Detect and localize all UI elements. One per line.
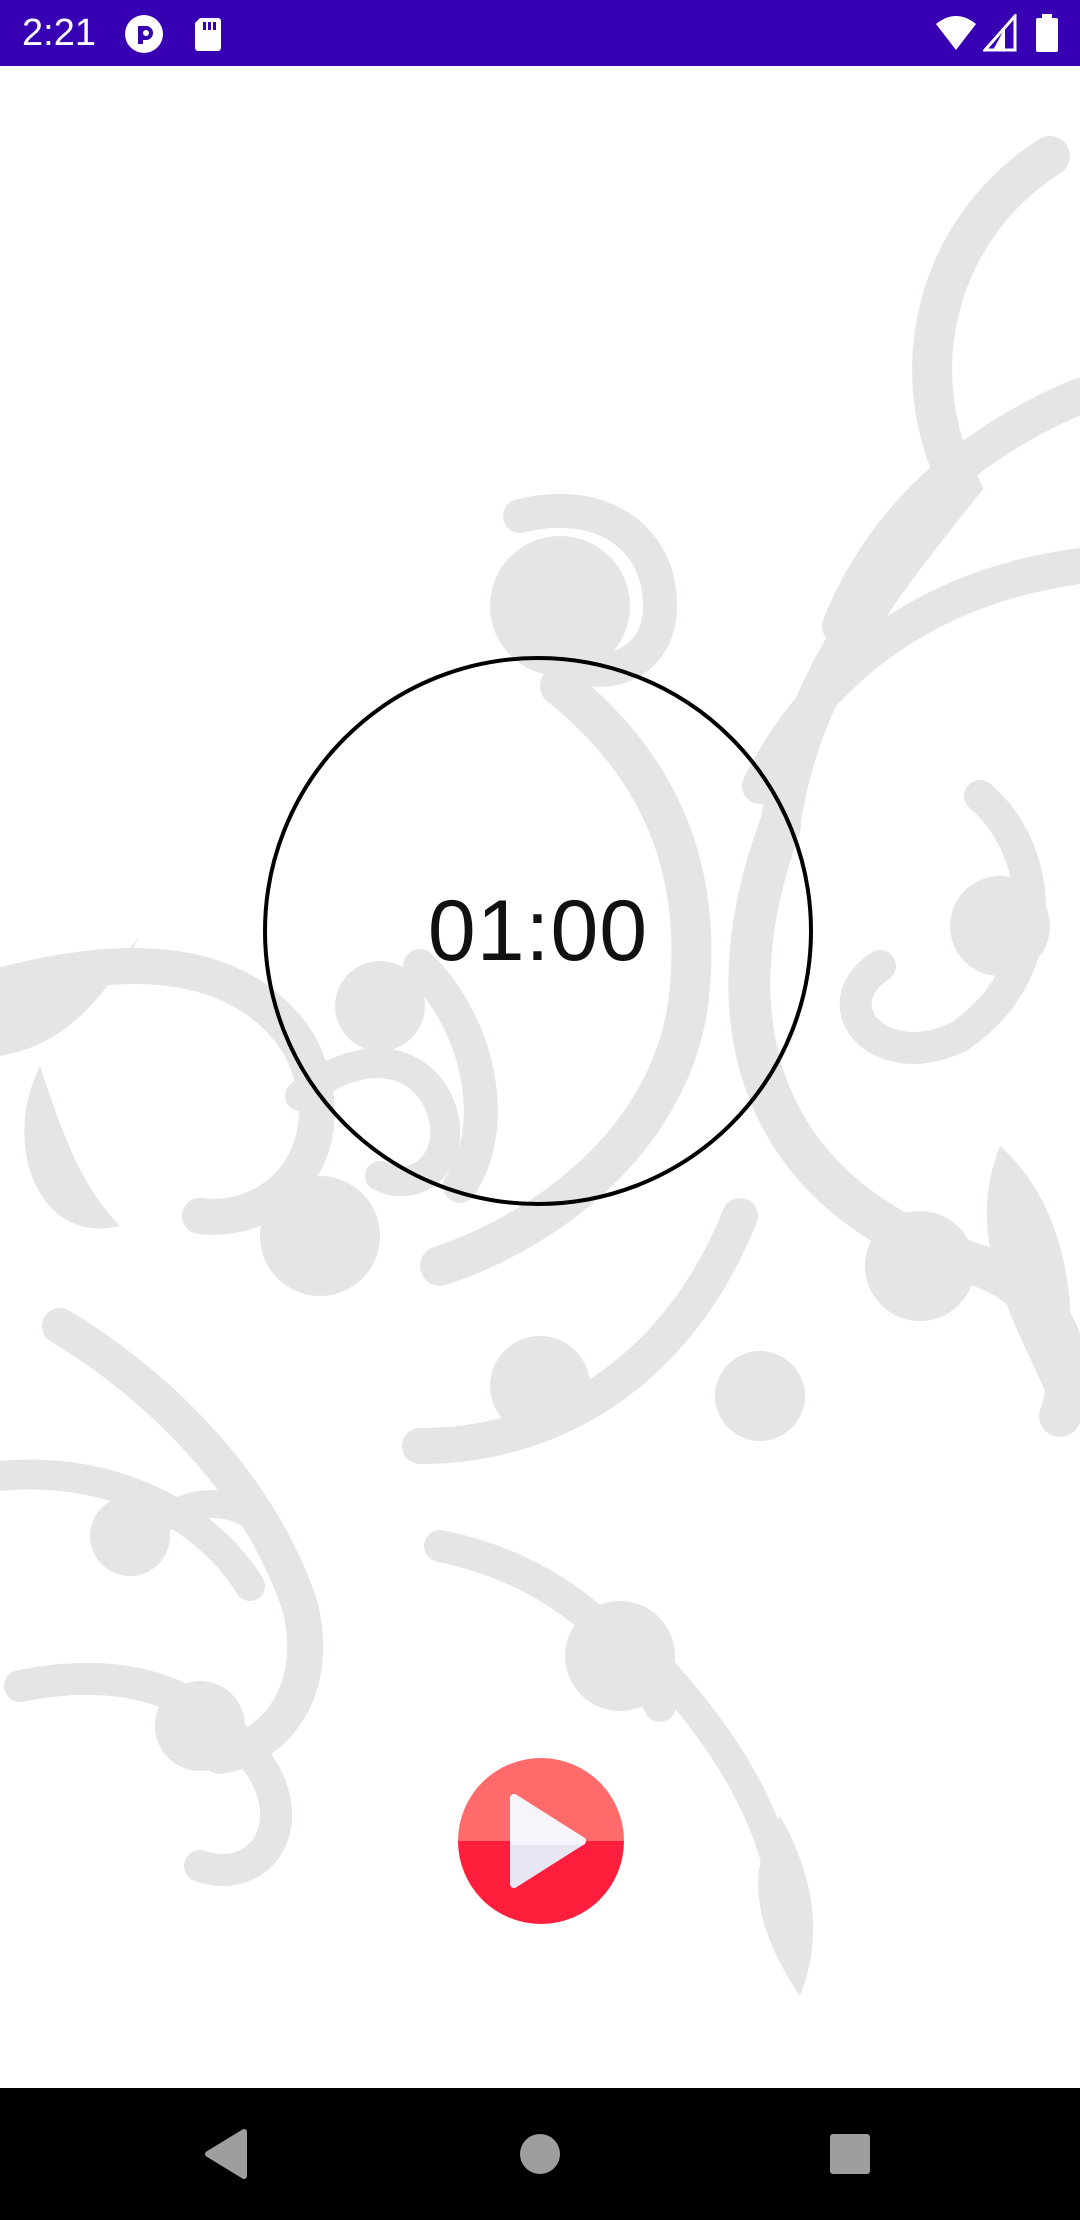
cellular-signal-icon <box>981 12 1017 52</box>
pocket-casts-icon <box>124 14 164 54</box>
recents-icon <box>830 2134 870 2174</box>
sd-card-icon <box>188 14 228 54</box>
back-icon <box>205 2129 247 2179</box>
home-button[interactable] <box>504 2118 576 2190</box>
main-content: 01:00 <box>0 66 1080 2088</box>
status-time: 2:21 <box>22 12 96 54</box>
play-icon <box>458 1758 624 1924</box>
home-icon <box>520 2134 560 2174</box>
recents-button[interactable] <box>814 2118 886 2190</box>
navigation-bar <box>0 2088 1080 2220</box>
battery-icon <box>1036 14 1058 52</box>
status-bar: 2:21 <box>0 0 1080 66</box>
play-button[interactable] <box>458 1758 624 1924</box>
timer-display: 01:00 <box>427 882 649 979</box>
back-button[interactable] <box>190 2118 262 2190</box>
wifi-icon <box>935 14 977 52</box>
